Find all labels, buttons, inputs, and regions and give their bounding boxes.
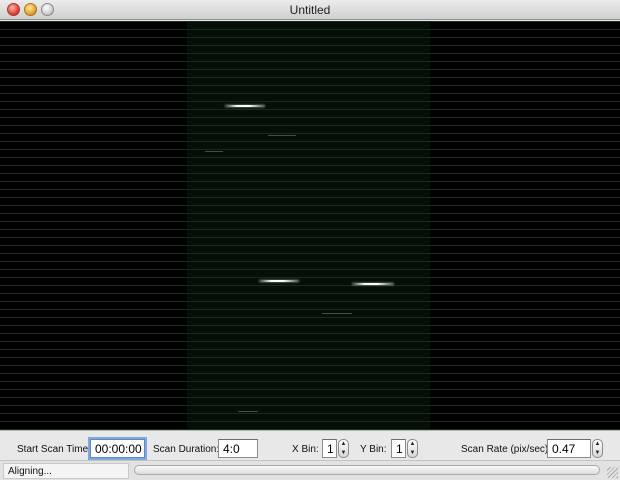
stepper-down-icon[interactable]: ▼	[339, 449, 348, 457]
star-trail	[205, 151, 223, 152]
star-trail	[259, 280, 299, 282]
scan-duration-input[interactable]: 4:0	[218, 439, 258, 458]
y-bin-stepper[interactable]: ▲ ▼	[407, 439, 418, 458]
stepper-down-icon[interactable]: ▼	[593, 449, 602, 457]
scan-rate-input[interactable]: 0.47	[547, 439, 591, 458]
title-bar[interactable]: Untitled	[0, 0, 620, 20]
star-trail	[238, 411, 258, 412]
star-trail	[225, 105, 265, 107]
scan-region-band	[187, 21, 430, 430]
window-title: Untitled	[289, 3, 331, 17]
x-bin-stepper[interactable]: ▲ ▼	[338, 439, 349, 458]
stepper-up-icon[interactable]: ▲	[408, 440, 417, 448]
alignment-progress-bar	[134, 465, 600, 475]
app-window: Untitled Start Scan Time: 00:00:00 Scan …	[0, 0, 620, 480]
stepper-up-icon[interactable]: ▲	[339, 440, 348, 448]
star-trail	[352, 283, 394, 285]
y-bin-input[interactable]: 1	[391, 439, 406, 458]
y-bin-label: Y Bin:	[360, 444, 387, 455]
scan-controls-bar: Start Scan Time: 00:00:00 Scan Duration:…	[0, 430, 620, 460]
start-scan-time-label: Start Scan Time:	[17, 444, 91, 455]
x-bin-input[interactable]: 1	[322, 439, 337, 458]
status-bar: Aligning...	[0, 460, 620, 480]
x-bin-label: X Bin:	[292, 444, 319, 455]
scan-rate-stepper[interactable]: ▲ ▼	[592, 439, 603, 458]
resize-grip-icon[interactable]	[607, 467, 618, 478]
start-scan-time-input[interactable]: 00:00:00	[90, 439, 145, 458]
stepper-up-icon[interactable]: ▲	[593, 440, 602, 448]
star-trail	[268, 135, 296, 136]
status-text: Aligning...	[3, 463, 129, 479]
scan-image-view[interactable]	[0, 21, 620, 430]
scan-rate-label: Scan Rate (pix/sec):	[461, 444, 552, 455]
scan-duration-label: Scan Duration:	[153, 444, 220, 455]
star-trail	[322, 313, 352, 314]
stepper-down-icon[interactable]: ▼	[408, 449, 417, 457]
